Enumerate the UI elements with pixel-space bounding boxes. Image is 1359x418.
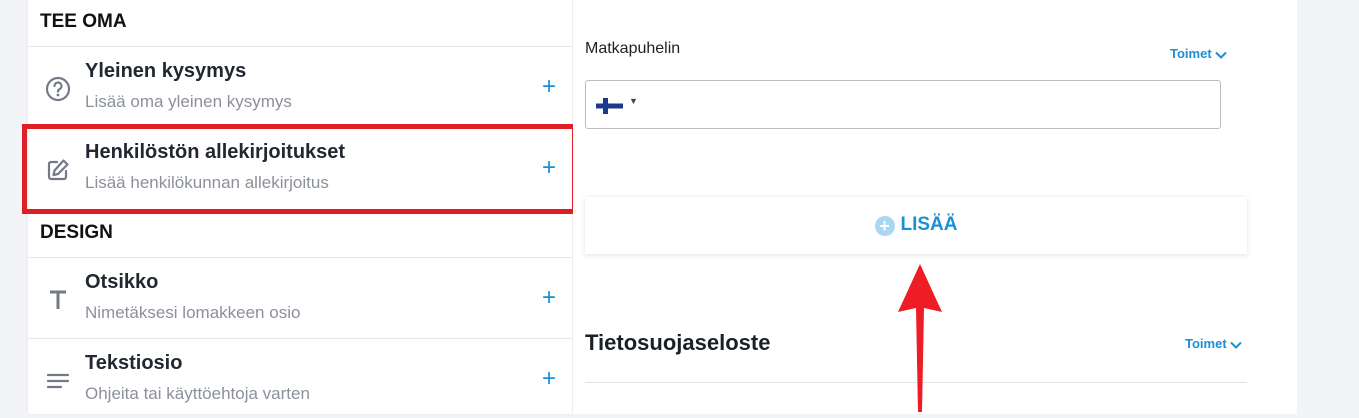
add-item-button[interactable]: + (542, 286, 556, 310)
item-title: Otsikko (85, 271, 159, 293)
add-item-button[interactable]: + (542, 75, 556, 99)
text-lines-icon (44, 367, 72, 395)
chevron-down-icon (1229, 341, 1242, 349)
question-circle-icon (44, 75, 72, 103)
plus-circle-icon: + (874, 216, 895, 236)
phone-actions-dropdown[interactable]: Toimet (1170, 46, 1227, 61)
actions-label: Toimet (1170, 46, 1212, 61)
item-title: Yleinen kysymys (85, 60, 247, 82)
add-field-button[interactable]: + LISÄÄ (585, 197, 1247, 254)
highlight-box (22, 124, 577, 214)
privacy-actions-dropdown[interactable]: Toimet (1185, 336, 1242, 351)
item-description: Nimetäksesi lomakkeen osio (85, 303, 301, 322)
sidebar-item-heading[interactable]: Otsikko Nimetäksesi lomakkeen osio + (28, 257, 572, 337)
text-heading-icon (44, 286, 72, 314)
finland-flag-icon[interactable] (596, 98, 623, 114)
phone-input[interactable]: ▼ (585, 80, 1221, 129)
sidebar-item-text-section[interactable]: Tekstiosio Ohjeita tai käyttöehtoja vart… (28, 338, 572, 418)
item-title: Tekstiosio (85, 352, 183, 374)
item-description: Ohjeita tai käyttöehtoja varten (85, 384, 310, 403)
chevron-down-icon (1214, 51, 1227, 59)
red-arrow-annotation (898, 264, 942, 412)
phone-field-label: Matkapuhelin (585, 40, 681, 57)
item-description: Lisää oma yleinen kysymys (85, 92, 292, 111)
privacy-section-title: Tietosuojaseloste (585, 330, 771, 355)
section-title-design: DESIGN (40, 222, 113, 243)
add-button-content: + LISÄÄ (585, 214, 1247, 236)
section-title-custom: TEE OMA (40, 11, 127, 32)
country-dropdown-caret-icon[interactable]: ▼ (629, 96, 638, 106)
actions-label: Toimet (1185, 336, 1227, 351)
add-button-label: LISÄÄ (900, 214, 958, 235)
sidebar-item-general-question[interactable]: Yleinen kysymys Lisää oma yleinen kysymy… (28, 46, 572, 126)
add-item-button[interactable]: + (542, 367, 556, 391)
